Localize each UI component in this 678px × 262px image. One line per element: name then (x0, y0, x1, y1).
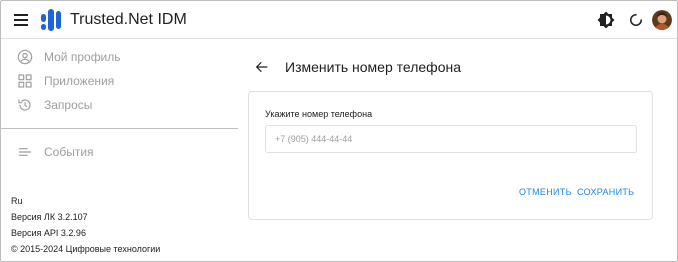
top-app-bar: Trusted.Net IDM (1, 1, 677, 39)
user-avatar[interactable] (652, 10, 672, 30)
phone-field-label: Укажите номер телефона (265, 109, 373, 119)
page-title: Изменить номер телефона (285, 59, 461, 75)
app-window: Trusted.Net IDM Мой профиль Приложения З… (0, 0, 678, 262)
list-icon (19, 148, 31, 156)
refresh-icon[interactable] (627, 11, 645, 29)
sidebar: Мой профиль Приложения Запросы События R… (1, 40, 238, 261)
apps-grid-icon (18, 74, 32, 88)
sidebar-item-events[interactable]: События (1, 141, 238, 163)
sidebar-item-label: Приложения (44, 74, 115, 88)
account-circle-icon (17, 49, 33, 65)
save-button[interactable]: СОХРАНИТЬ (577, 187, 634, 197)
copyright: © 2015-2024 Цифровые технологии (11, 244, 161, 254)
app-title: Trusted.Net IDM (70, 11, 187, 28)
sidebar-divider (1, 128, 238, 129)
sidebar-footer: Ru Версия ЛК 3.2.107 Версия API 3.2.96 ©… (11, 193, 160, 257)
sidebar-item-applications[interactable]: Приложения (1, 70, 238, 92)
api-version: Версия API 3.2.96 (11, 228, 86, 238)
theme-toggle-icon[interactable] (597, 11, 615, 29)
lk-version: Версия ЛК 3.2.107 (11, 212, 88, 222)
sidebar-item-label: Запросы (44, 98, 93, 112)
sidebar-item-requests[interactable]: Запросы (1, 94, 238, 116)
arrow-back-icon[interactable] (254, 59, 270, 75)
phone-field (265, 125, 637, 153)
history-icon (18, 99, 31, 111)
sidebar-item-label: События (44, 145, 94, 159)
logo-icon (41, 9, 61, 31)
language-selector[interactable]: Ru (11, 193, 160, 209)
phone-input[interactable] (266, 126, 636, 152)
sidebar-item-profile[interactable]: Мой профиль (1, 46, 238, 68)
sidebar-item-label: Мой профиль (44, 50, 121, 64)
menu-icon[interactable] (14, 14, 28, 26)
cancel-button[interactable]: ОТМЕНИТЬ (519, 187, 572, 197)
phone-form-card: Укажите номер телефона ОТМЕНИТЬ СОХРАНИТ… (248, 91, 653, 220)
